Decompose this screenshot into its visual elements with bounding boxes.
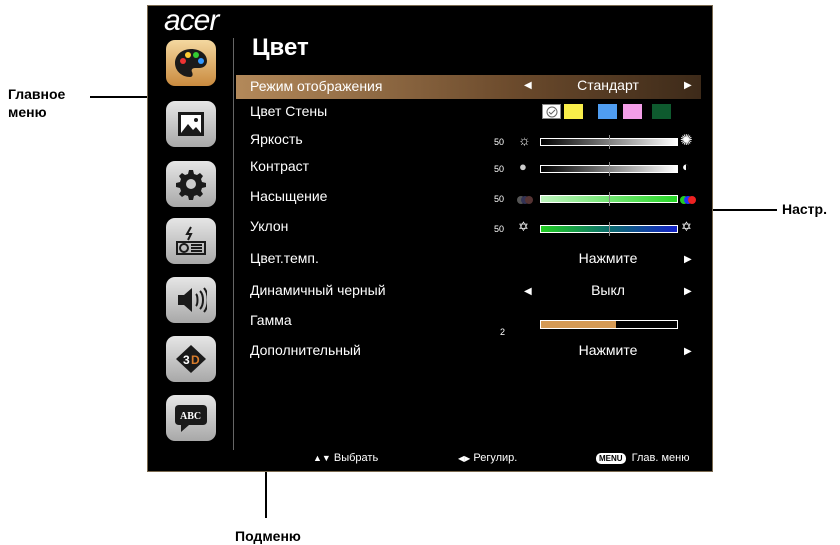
callout-settings: Настр. [782, 201, 827, 217]
sun-bright-icon: ✺ [680, 132, 693, 149]
footer-adjust-label: Регулир. [473, 452, 518, 464]
up-down-arrows-icon: ▲▼ [313, 453, 331, 463]
wall-color-swatch-white[interactable] [542, 104, 561, 119]
page-title: Цвет [252, 34, 309, 61]
3d-icon[interactable]: 3D [166, 336, 216, 382]
display-mode-value[interactable]: Стандарт [548, 77, 668, 93]
abc-language-icon[interactable]: ABC [166, 395, 216, 441]
tint-high-icon: ✡ [681, 219, 692, 234]
contrast-value: 50 [494, 164, 505, 174]
gamma-slider[interactable] [540, 320, 678, 329]
osd-menu: acer 3D ABC Цвет Режим отображения ◀ Ста… [147, 4, 713, 472]
left-arrow-icon[interactable]: ◀ [524, 80, 532, 91]
right-arrow-icon[interactable]: ▶ [684, 346, 692, 357]
footer-main-menu: MENU Глав. меню [596, 452, 689, 464]
display-mode-label[interactable]: Режим отображения [250, 78, 382, 94]
wall-color-swatch-green[interactable] [652, 104, 671, 119]
saturation-value: 50 [494, 194, 505, 204]
palette-icon[interactable] [166, 40, 216, 86]
wall-color-swatch-pink[interactable] [623, 104, 642, 119]
tint-value: 50 [494, 224, 505, 234]
tint-slider-marker[interactable] [609, 222, 610, 236]
wall-color-swatch-blue[interactable] [598, 104, 617, 119]
footer-adjust: ◀▶ Регулир. [458, 452, 517, 464]
wall-color-swatch-yellow[interactable] [564, 104, 583, 119]
footer-main-menu-label: Глав. меню [631, 452, 690, 464]
gamma-label[interactable]: Гамма [250, 312, 292, 328]
speaker-icon[interactable] [166, 277, 216, 323]
right-arrow-icon[interactable]: ▶ [684, 80, 692, 91]
svg-text:D: D [191, 353, 200, 367]
callout-submenu: Подменю [235, 528, 301, 544]
contrast-slider-marker[interactable] [609, 162, 610, 176]
svg-text:ABC: ABC [180, 411, 201, 422]
wall-color-label[interactable]: Цвет Стены [250, 103, 327, 119]
gear-icon[interactable] [166, 161, 216, 207]
contrast-low-icon: ● [519, 159, 527, 174]
advanced-label[interactable]: Дополнительный [250, 342, 361, 358]
callout-settings-line [705, 209, 777, 211]
brightness-value: 50 [494, 137, 505, 147]
left-right-arrows-icon: ◀▶ [458, 454, 471, 463]
sidebar-divider [233, 38, 234, 450]
advanced-value[interactable]: Нажмите [548, 342, 668, 358]
right-arrow-icon[interactable]: ▶ [684, 254, 692, 265]
left-arrow-icon[interactable]: ◀ [524, 286, 532, 297]
contrast-high-icon: ◐ [682, 159, 690, 174]
gamma-slider-fill [541, 321, 616, 328]
dynamic-black-label[interactable]: Динамичный черный [250, 282, 386, 298]
svg-text:3: 3 [183, 353, 190, 367]
footer-select-label: Выбрать [333, 452, 379, 464]
callout-main-menu: Главное меню [8, 86, 66, 120]
saturation-label[interactable]: Насыщение [250, 188, 327, 204]
tint-label[interactable]: Уклон [250, 218, 288, 234]
menu-key-icon: MENU [596, 452, 626, 464]
image-icon[interactable] [166, 101, 216, 147]
footer-select: ▲▼ Выбрать [313, 452, 378, 464]
color-temp-value[interactable]: Нажмите [548, 250, 668, 266]
sun-dim-icon: ☼ [518, 132, 531, 148]
brightness-slider-marker[interactable] [609, 135, 610, 149]
gamma-value: 2 [500, 327, 506, 337]
projector-icon[interactable] [166, 218, 216, 264]
saturation-slider-marker[interactable] [609, 192, 610, 206]
brightness-label[interactable]: Яркость [250, 131, 303, 147]
brand-logo: acer [164, 4, 219, 37]
contrast-label[interactable]: Контраст [250, 158, 309, 174]
check-icon [546, 106, 557, 117]
dynamic-black-value[interactable]: Выкл [548, 282, 668, 298]
saturation-high-icon [679, 192, 697, 210]
tint-low-icon: ✡ [518, 219, 529, 234]
saturation-low-icon [516, 192, 534, 210]
color-temp-label[interactable]: Цвет.темп. [250, 250, 319, 266]
right-arrow-icon[interactable]: ▶ [684, 286, 692, 297]
